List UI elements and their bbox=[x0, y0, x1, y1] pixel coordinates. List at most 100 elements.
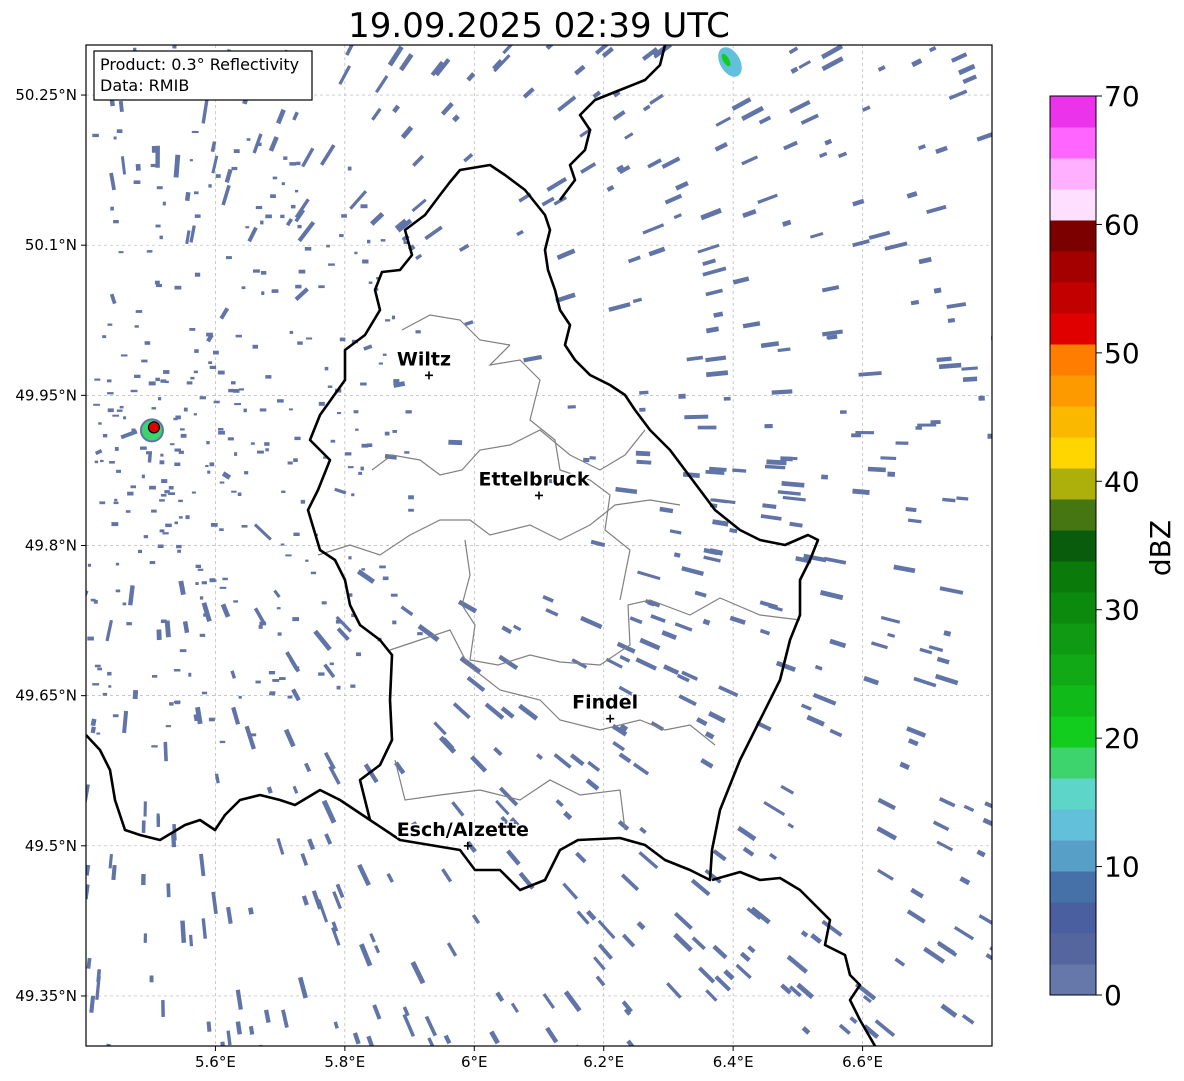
echo-cell bbox=[162, 201, 166, 206]
colorbar-swatch bbox=[1050, 840, 1096, 872]
colorbar-swatch bbox=[1050, 778, 1096, 810]
echo-cell bbox=[201, 581, 207, 585]
echo-cell bbox=[222, 577, 228, 581]
echo-cell bbox=[392, 620, 397, 625]
colorbar: 0 10 20 30 40 50 60 70 dBZ bbox=[1049, 80, 1177, 1012]
echo-cell bbox=[360, 382, 367, 386]
echo-cell bbox=[141, 359, 148, 363]
echo-cell bbox=[218, 430, 225, 435]
echo-streak bbox=[821, 474, 829, 480]
echo-cell bbox=[318, 285, 325, 289]
echo-cell bbox=[114, 447, 119, 451]
echo-cell bbox=[174, 285, 182, 290]
echo-cell bbox=[110, 206, 114, 211]
colorbar-tick-label: 50 bbox=[1104, 337, 1140, 370]
echo-cell bbox=[208, 184, 212, 188]
echo-cell bbox=[154, 280, 160, 285]
echo-cell bbox=[210, 523, 218, 527]
echo-cell bbox=[279, 677, 286, 680]
city-label: Esch/Alzette bbox=[397, 819, 529, 841]
echo-cell bbox=[189, 159, 193, 162]
echo-cell bbox=[269, 691, 276, 695]
echo-cell bbox=[347, 466, 354, 469]
echo-cell bbox=[199, 633, 206, 637]
info-product: Product: 0.3° Reflectivity bbox=[100, 55, 299, 74]
echo-cell bbox=[164, 490, 170, 494]
y-tick-label: 50.25°N bbox=[15, 86, 77, 104]
echo-streak bbox=[684, 414, 709, 420]
colorbar-swatch bbox=[1050, 499, 1096, 531]
echo-cell bbox=[415, 330, 421, 334]
echo-cell bbox=[180, 433, 187, 438]
echo-cell bbox=[134, 325, 139, 328]
echo-cell bbox=[261, 291, 265, 295]
echo-cell bbox=[231, 166, 238, 171]
echo-cell bbox=[174, 521, 178, 525]
echo-cell bbox=[195, 564, 201, 568]
echo-cell bbox=[140, 446, 147, 450]
colorbar-swatch bbox=[1050, 716, 1096, 748]
echo-cell bbox=[213, 400, 220, 404]
echo-cell bbox=[194, 191, 199, 195]
echo-cell bbox=[107, 671, 112, 676]
city-label: Findel bbox=[572, 692, 638, 714]
echo-cell bbox=[152, 675, 158, 678]
echo-cell bbox=[185, 515, 190, 520]
colorbar-swatch bbox=[1050, 375, 1096, 407]
echo-streak bbox=[149, 975, 154, 983]
echo-streak bbox=[589, 456, 596, 460]
echo-streak bbox=[978, 395, 985, 401]
echo-cell bbox=[120, 354, 128, 357]
echo-cell bbox=[265, 448, 269, 452]
echo-cell bbox=[218, 428, 224, 431]
echo-cell bbox=[162, 532, 169, 535]
echo-cell bbox=[116, 409, 123, 412]
echo-cell bbox=[114, 498, 118, 502]
echo-cell bbox=[258, 625, 263, 629]
echo-cell bbox=[231, 490, 237, 493]
echo-cell bbox=[277, 632, 282, 636]
echo-cell bbox=[265, 214, 272, 219]
echo-cell bbox=[336, 685, 341, 690]
echo-cell bbox=[207, 470, 211, 474]
echo-cell bbox=[106, 379, 112, 383]
colorbar-swatch bbox=[1050, 251, 1096, 283]
echo-cell bbox=[219, 481, 225, 484]
colorbar-swatch bbox=[1050, 964, 1096, 996]
info-source: Data: RMIB bbox=[100, 76, 189, 95]
echo-cell bbox=[339, 337, 346, 342]
echo-cell bbox=[186, 381, 193, 385]
x-tick-label: 5.6°E bbox=[195, 1053, 236, 1071]
echo-cell bbox=[298, 269, 306, 274]
echo-cell bbox=[161, 479, 168, 483]
colorbar-swatch bbox=[1050, 468, 1096, 500]
colorbar-tick-label: 30 bbox=[1104, 594, 1140, 627]
echo-cell bbox=[329, 662, 334, 666]
x-tick-label: 6.4°E bbox=[713, 1053, 754, 1071]
echo-cell bbox=[368, 281, 373, 284]
echo-cell bbox=[234, 452, 238, 456]
echo-cell bbox=[355, 428, 359, 431]
echo-cell bbox=[287, 695, 293, 699]
echo-cell bbox=[271, 289, 279, 293]
echo-streak bbox=[143, 933, 147, 943]
colorbar-swatch bbox=[1050, 747, 1096, 779]
echo-cell bbox=[351, 493, 355, 497]
echo-cell bbox=[293, 532, 300, 536]
echo-cell bbox=[391, 315, 395, 320]
colorbar-tick-label: 20 bbox=[1104, 722, 1140, 755]
echo-cell bbox=[174, 700, 181, 705]
colorbar-swatch bbox=[1050, 437, 1096, 469]
echo-streak bbox=[258, 1044, 266, 1046]
echo-cell bbox=[259, 408, 267, 412]
echo-cell bbox=[337, 412, 342, 415]
echo-cell bbox=[233, 389, 240, 393]
echo-cell bbox=[244, 471, 249, 475]
echo-cell bbox=[191, 491, 196, 494]
echo-cell bbox=[295, 189, 299, 193]
echo-streak bbox=[839, 410, 847, 414]
echo-cell bbox=[191, 130, 199, 133]
echo-streak bbox=[697, 425, 717, 430]
echo-cell bbox=[304, 247, 312, 251]
echo-cell bbox=[277, 399, 284, 403]
